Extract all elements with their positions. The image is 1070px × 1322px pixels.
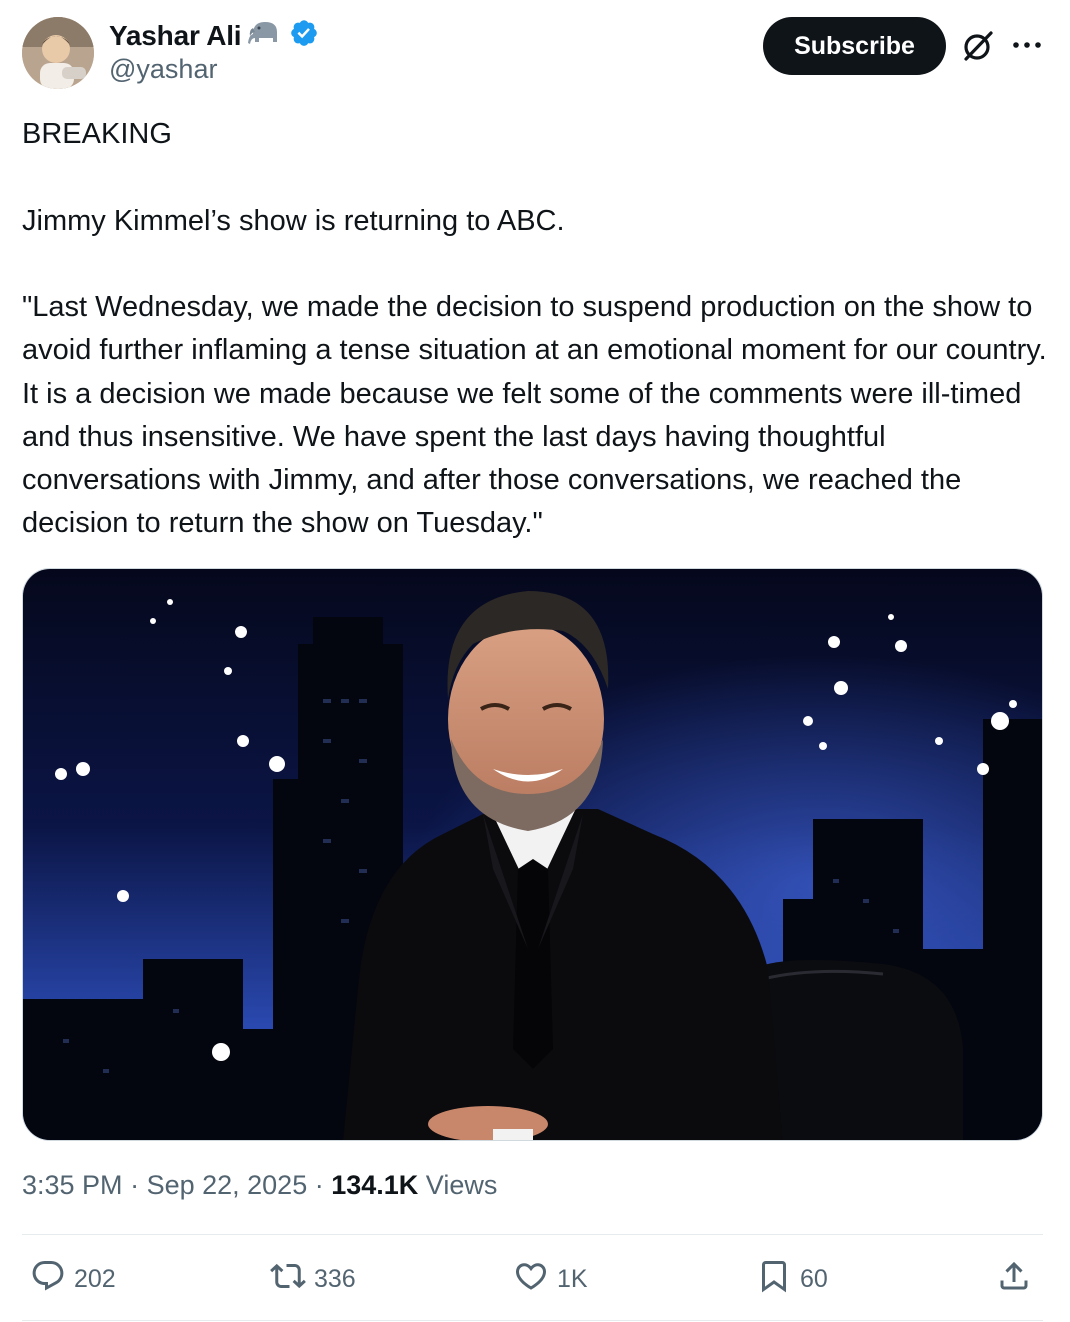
share-button[interactable]	[996, 1258, 1032, 1300]
repost-icon	[270, 1258, 306, 1301]
elephant-icon	[247, 18, 283, 53]
author-name-row[interactable]: Yashar Ali	[109, 18, 319, 53]
repost-button[interactable]: 336	[270, 1258, 356, 1300]
tweet-photo[interactable]	[22, 568, 1043, 1141]
tweet-text-headline: BREAKING	[22, 118, 172, 150]
like-count: 1K	[557, 1264, 588, 1293]
divider	[22, 1234, 1043, 1235]
grok-icon[interactable]	[960, 30, 996, 62]
author-handle[interactable]: @yashar	[109, 54, 217, 85]
tweet-meta: 3:35 PM · Sep 22, 2025 · 134.1K Views	[22, 1170, 497, 1201]
bookmark-icon	[756, 1258, 792, 1301]
subscribe-button[interactable]: Subscribe	[763, 17, 946, 75]
bookmark-count: 60	[800, 1264, 828, 1293]
tweet-time[interactable]: 3:35 PM	[22, 1170, 123, 1200]
more-icon[interactable]	[1012, 38, 1042, 52]
repost-count: 336	[314, 1264, 356, 1293]
tweet-text-quote: "Last Wednesday, we made the decision to…	[22, 291, 1047, 540]
divider	[22, 1320, 1043, 1321]
tweet-date[interactable]: Sep 22, 2025	[147, 1170, 308, 1200]
reply-icon	[30, 1258, 66, 1301]
avatar[interactable]	[22, 17, 94, 89]
share-icon	[996, 1258, 1032, 1301]
reply-count: 202	[74, 1264, 116, 1293]
meta-separator: ·	[122, 1170, 147, 1200]
tweet-text-summary: Jimmy Kimmel’s show is returning to ABC.	[22, 205, 565, 237]
like-button[interactable]: 1K	[513, 1258, 588, 1300]
meta-separator: ·	[307, 1170, 332, 1200]
display-name[interactable]: Yashar Ali	[109, 20, 242, 52]
heart-icon	[513, 1258, 549, 1301]
views-count[interactable]: 134.1K	[331, 1170, 418, 1200]
bookmark-button[interactable]: 60	[756, 1258, 828, 1300]
views-label: Views	[418, 1170, 498, 1200]
reply-button[interactable]: 202	[30, 1258, 116, 1300]
tweet: Yashar Ali @yashar Subscribe BREAKING Ji…	[0, 0, 1070, 1322]
verified-badge-icon	[289, 18, 319, 53]
